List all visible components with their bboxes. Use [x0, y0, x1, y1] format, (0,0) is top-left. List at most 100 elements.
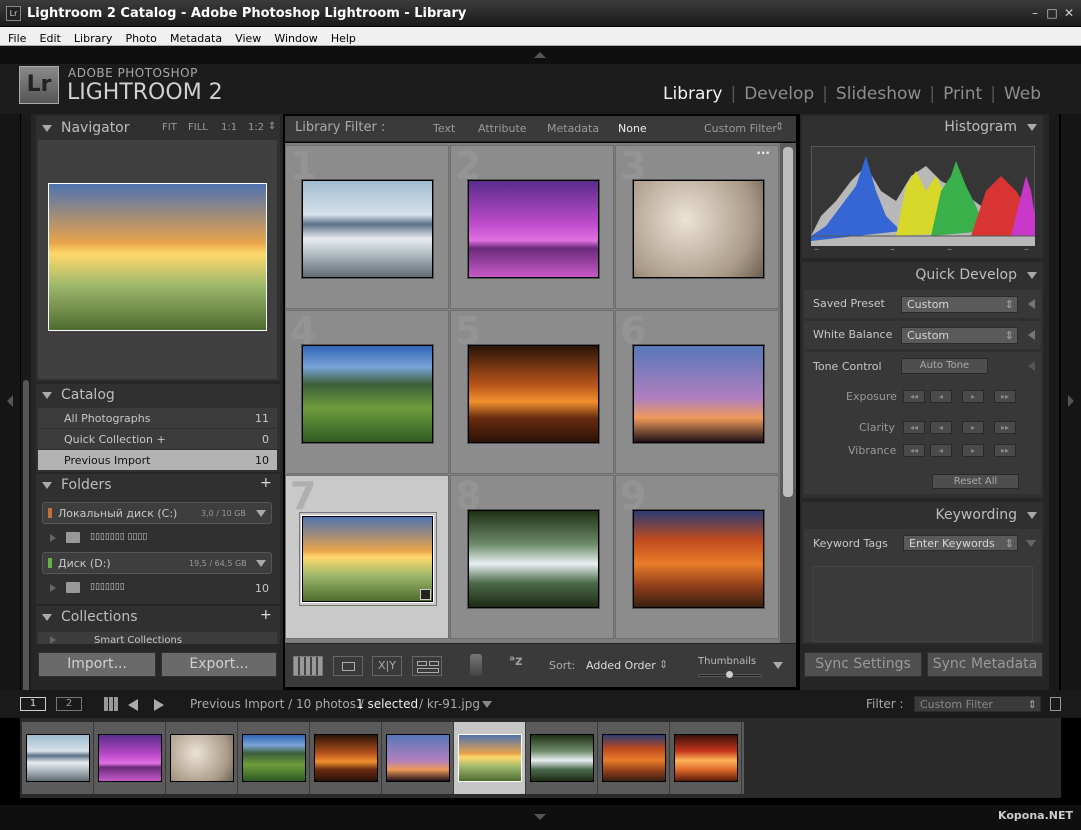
clarity-decrease-button[interactable]: ◂ [930, 421, 952, 434]
collapse-bottom-icon[interactable] [534, 814, 546, 820]
keyword-menu-icon[interactable] [1026, 540, 1036, 547]
module-print[interactable]: Print [943, 84, 982, 104]
sort-direction-icon[interactable]: ᵃz [509, 654, 541, 678]
filmstrip-thumbnail[interactable] [458, 734, 522, 782]
collections-toggle-icon[interactable] [42, 614, 52, 621]
grid-cell-selected[interactable]: 7 [285, 474, 449, 639]
exposure-increase-button[interactable]: ▸ [962, 390, 984, 403]
clarity-decrease-large-button[interactable]: ◂◂ [903, 421, 925, 434]
secondary-window-1-button[interactable]: 1 [20, 697, 46, 711]
grid-cell[interactable]: 3 ··· [615, 144, 779, 309]
vibrance-decrease-button[interactable]: ◂ [930, 444, 952, 457]
quick-develop-toggle-icon[interactable] [1027, 272, 1037, 279]
filter-preset-stepper-icon[interactable]: ⇕ [775, 120, 784, 133]
close-button[interactable]: ✕ [1061, 5, 1077, 21]
grid-cell[interactable]: 9 [615, 474, 779, 639]
right-scroll-track[interactable] [1049, 114, 1059, 690]
navigator-preview-image[interactable] [48, 183, 267, 331]
exposure-decrease-button[interactable]: ◂ [930, 390, 952, 403]
filmstrip-cell[interactable] [94, 722, 166, 794]
grid-cell[interactable]: 4 [285, 309, 449, 474]
keyword-text-area[interactable] [812, 566, 1033, 642]
forward-arrow-icon[interactable] [154, 699, 164, 711]
thumbnail-image[interactable] [633, 510, 764, 608]
compare-view-icon[interactable]: X|Y [372, 656, 402, 676]
catalog-item-all-photographs[interactable]: All Photographs 11 [38, 408, 277, 428]
filter-text[interactable]: Text [433, 122, 455, 135]
filmstrip-thumbnail[interactable] [602, 734, 666, 782]
collapse-top-icon[interactable] [534, 52, 546, 58]
thumbnail-image[interactable] [468, 180, 599, 278]
toolbar-menu-icon[interactable] [773, 662, 783, 669]
folder-expand-icon[interactable] [50, 534, 56, 542]
folder-row[interactable]: ▯▯▯▯▯▯▯ ▯▯▯▯ [38, 528, 277, 548]
slider-handle[interactable] [726, 671, 733, 678]
thumbnail-image[interactable] [633, 345, 764, 443]
loupe-view-icon[interactable] [333, 656, 363, 676]
exposure-decrease-large-button[interactable]: ◂◂ [903, 390, 925, 403]
painter-spray-icon[interactable] [470, 654, 482, 676]
volume-menu-icon[interactable] [256, 560, 266, 567]
clarity-increase-large-button[interactable]: ▸▸ [994, 421, 1016, 434]
filter-metadata[interactable]: Metadata [547, 122, 599, 135]
filter-attribute[interactable]: Attribute [478, 122, 527, 135]
filmstrip-thumbnail[interactable] [242, 734, 306, 782]
add-collection-button[interactable]: + [260, 607, 272, 623]
vibrance-increase-large-button[interactable]: ▸▸ [994, 444, 1016, 457]
filmstrip-thumbnail[interactable] [386, 734, 450, 782]
filter-lock-icon[interactable] [1050, 697, 1061, 711]
maximize-button[interactable]: □ [1044, 5, 1060, 21]
filmstrip-cell[interactable] [598, 722, 670, 794]
volume-c[interactable]: Локальный диск (C:) 3,0 / 10 GB [42, 502, 272, 524]
catalog-item-quick-collection[interactable]: Quick Collection + 0 [38, 429, 277, 449]
survey-view-icon[interactable] [412, 656, 442, 676]
sync-settings-button[interactable]: Sync Settings [804, 652, 922, 677]
zoom-fit[interactable]: FIT [162, 122, 177, 133]
expand-row-icon[interactable] [1028, 330, 1035, 340]
module-library[interactable]: Library [663, 84, 722, 104]
volume-d[interactable]: Диск (D:) 19,5 / 64,5 GB [42, 552, 272, 574]
thumbnail-size-slider[interactable] [698, 671, 762, 678]
grid-cell[interactable]: 1 [285, 144, 449, 309]
left-scroll-track[interactable] [21, 114, 31, 710]
filmstrip-cell[interactable] [670, 722, 742, 794]
filmstrip-cell[interactable] [22, 722, 94, 794]
zoom-1-1[interactable]: 1:1 [221, 122, 237, 133]
cell-menu-icon[interactable]: ··· [756, 146, 770, 160]
filter-none[interactable]: None [618, 122, 647, 135]
grid-cell[interactable]: 8 [450, 474, 614, 639]
thumbnail-image[interactable] [633, 180, 764, 278]
minimize-button[interactable]: – [1027, 5, 1043, 21]
filmstrip-thumbnail[interactable] [314, 734, 378, 782]
white-balance-select[interactable]: Custom ⇕ [901, 327, 1018, 344]
keyword-tags-select[interactable]: Enter Keywords ⇕ [903, 535, 1018, 551]
add-folder-button[interactable]: + [260, 475, 272, 491]
thumbnail-image[interactable] [302, 180, 433, 278]
collection-expand-icon[interactable] [50, 636, 56, 644]
filmstrip-cell[interactable] [166, 722, 238, 794]
left-panel-strip[interactable] [0, 114, 20, 690]
exposure-increase-large-button[interactable]: ▸▸ [994, 390, 1016, 403]
grid-view-icon[interactable] [293, 656, 323, 676]
import-button[interactable]: Import... [38, 652, 156, 677]
filmstrip-thumbnail[interactable] [674, 734, 738, 782]
grid-scrollbar-thumb[interactable] [783, 147, 793, 497]
zoom-stepper-icon[interactable]: ⇕ [268, 121, 276, 132]
filmstrip-cell[interactable] [238, 722, 310, 794]
clarity-increase-button[interactable]: ▸ [962, 421, 984, 434]
path-menu-icon[interactable] [482, 701, 492, 708]
filmstrip-thumbnail[interactable] [98, 734, 162, 782]
zoom-1-2[interactable]: 1:2 [248, 122, 264, 133]
filmstrip-cell[interactable] [382, 722, 454, 794]
back-arrow-icon[interactable] [128, 699, 138, 711]
grid-scroll-track[interactable] [780, 143, 796, 643]
auto-tone-button[interactable]: Auto Tone [901, 358, 988, 374]
module-develop[interactable]: Develop [744, 84, 814, 104]
filmstrip-cell[interactable] [526, 722, 598, 794]
filmstrip-thumbnail[interactable] [530, 734, 594, 782]
thumbnail-image[interactable] [468, 345, 599, 443]
sync-metadata-button[interactable]: Sync Metadata [927, 652, 1043, 677]
folder-row[interactable]: ▯▯▯▯▯▯▯ 10 [38, 578, 277, 598]
right-panel-strip[interactable] [1061, 114, 1081, 690]
filmstrip-filter-select[interactable]: Custom Filter ⇕ [914, 696, 1041, 712]
